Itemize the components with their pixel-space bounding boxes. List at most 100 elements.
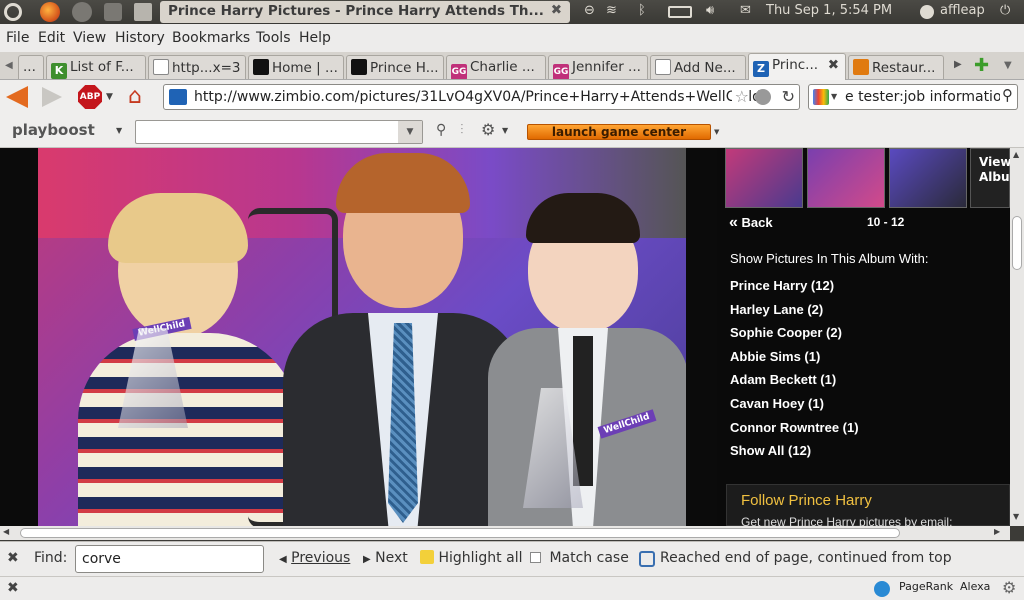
- thumbnail-1[interactable]: [725, 148, 803, 208]
- match-case-checkbox[interactable]: Match case: [530, 550, 629, 566]
- person-link[interactable]: Sophie Cooper (2): [730, 325, 842, 340]
- menu-help[interactable]: Help: [299, 30, 331, 46]
- show-all-link[interactable]: Show All (12): [730, 443, 811, 458]
- tab-7[interactable]: Add Ne...: [650, 55, 746, 79]
- tab-2[interactable]: http...x=3: [148, 55, 246, 79]
- window-close-icon[interactable]: ✖: [551, 2, 562, 18]
- menu-history[interactable]: History: [115, 30, 165, 46]
- dropdown-icon[interactable]: ▼: [398, 121, 422, 143]
- menu-bookmarks[interactable]: Bookmarks: [172, 30, 250, 46]
- tab-5[interactable]: GG Charlie ...: [446, 55, 546, 79]
- wifi-icon[interactable]: ≋: [606, 3, 617, 18]
- tab-6[interactable]: GG Jennifer ...: [548, 55, 648, 79]
- status-gear-icon[interactable]: ⚙: [1002, 578, 1016, 597]
- update-icon[interactable]: [72, 2, 92, 22]
- menu-edit[interactable]: Edit: [38, 30, 65, 46]
- bookmark-star-icon[interactable]: ☆: [731, 87, 749, 106]
- minimize-icon[interactable]: ⊖: [584, 3, 595, 18]
- new-tab-icon[interactable]: ✚: [974, 55, 989, 76]
- url-bar[interactable]: http://www.zimbio.com/pictures/31LvO4gXV…: [163, 84, 800, 110]
- vertical-scroll-thumb[interactable]: [1012, 216, 1022, 270]
- bluetooth-icon[interactable]: ᛒ: [638, 3, 646, 18]
- scroll-down-icon[interactable]: ▼: [1013, 512, 1019, 521]
- scroll-left-icon[interactable]: ◀: [3, 527, 9, 536]
- settings-icon[interactable]: [104, 3, 122, 21]
- search-bar[interactable]: ▼ e tester:job information ⚲: [808, 84, 1018, 110]
- thumbnail-3[interactable]: [889, 148, 967, 208]
- playboost-menu-icon[interactable]: ▼: [116, 126, 122, 135]
- tab-close-icon[interactable]: ✖: [828, 57, 839, 73]
- search-engine-menu-icon[interactable]: ▼: [831, 92, 837, 101]
- mail-icon[interactable]: ✉: [740, 3, 751, 18]
- find-previous-button[interactable]: ◀ Previous: [279, 550, 350, 566]
- alexa-label[interactable]: Alexa: [960, 580, 990, 593]
- back-link[interactable]: « Back: [729, 214, 773, 232]
- power-icon[interactable]: ⏻: [1000, 3, 1010, 18]
- reload-icon[interactable]: ↻: [782, 87, 795, 106]
- gear-menu-icon[interactable]: ▼: [502, 126, 508, 135]
- person-link[interactable]: Connor Rowntree (1): [730, 420, 859, 435]
- search-icon[interactable]: ⚲: [1000, 86, 1013, 104]
- horizontal-scrollbar[interactable]: ◀ ▶: [0, 526, 1010, 540]
- person-link[interactable]: Harley Lane (2): [730, 302, 823, 317]
- find-bar: ✖ Find: corve ◀ Previous ▶ Next Highligh…: [0, 541, 1024, 576]
- url-text: http://www.zimbio.com/pictures/31LvO4gXV…: [194, 89, 762, 105]
- tab-label: Restaur...: [872, 60, 936, 76]
- home-icon[interactable]: ⌂: [128, 84, 142, 109]
- magnifier-icon[interactable]: ⚲: [436, 122, 446, 138]
- view-album-thumbnail[interactable]: View Albu: [970, 148, 1010, 208]
- tab-scroll-right-icon[interactable]: ▶: [954, 59, 962, 70]
- horizontal-scroll-thumb[interactable]: [20, 528, 900, 538]
- tab-scroll-left-icon[interactable]: ◀: [5, 60, 13, 71]
- battery-icon[interactable]: [668, 6, 692, 18]
- site-menu-icon[interactable]: [755, 89, 771, 105]
- firefox-icon[interactable]: [40, 2, 60, 22]
- back-arrow-icon[interactable]: [6, 86, 28, 108]
- editor-icon[interactable]: [134, 3, 152, 21]
- find-input[interactable]: corve: [75, 545, 264, 573]
- tab-1[interactable]: K List of F...: [46, 55, 146, 79]
- game-center-menu-icon[interactable]: ▼: [714, 128, 719, 136]
- scroll-up-icon[interactable]: ▲: [1013, 150, 1019, 159]
- adblock-menu-icon[interactable]: ▼: [106, 92, 113, 102]
- playboost-logo[interactable]: playboost: [12, 121, 95, 139]
- forward-arrow-icon[interactable]: [42, 87, 62, 107]
- checkbox-icon[interactable]: [530, 552, 541, 563]
- vertical-scrollbar[interactable]: ▲ ▼: [1010, 148, 1024, 526]
- person-link[interactable]: Prince Harry (12): [730, 278, 834, 293]
- tab-label: List of F...: [70, 59, 134, 75]
- gear-icon[interactable]: ⚙: [481, 120, 495, 139]
- tab-0[interactable]: ...: [18, 55, 44, 79]
- tab-3[interactable]: Home | ...: [248, 55, 344, 79]
- close-find-icon[interactable]: ✖: [7, 550, 19, 566]
- close-status-icon[interactable]: ✖: [7, 580, 19, 596]
- tab-4[interactable]: Prince H...: [346, 55, 444, 79]
- clock[interactable]: Thu Sep 1, 5:54 PM: [766, 3, 892, 18]
- thumbnail-2[interactable]: [807, 148, 885, 208]
- playboost-search-input[interactable]: ▼: [135, 120, 423, 144]
- menu-view[interactable]: View: [73, 30, 106, 46]
- person-link[interactable]: Abbie Sims (1): [730, 349, 820, 364]
- separator-icon: ⫶: [460, 122, 464, 138]
- google-icon[interactable]: [813, 89, 829, 105]
- menu-tools[interactable]: Tools: [256, 30, 291, 46]
- adblock-icon[interactable]: ABP: [78, 85, 102, 109]
- person-link[interactable]: Cavan Hoey (1): [730, 396, 824, 411]
- main-photo[interactable]: WellChild WellChild: [38, 148, 686, 526]
- ubuntu-logo-icon[interactable]: [4, 3, 22, 21]
- follow-title[interactable]: Follow Prince Harry: [741, 492, 872, 509]
- tab-8-active[interactable]: Z Princ... ✖: [748, 53, 846, 80]
- find-next-button[interactable]: ▶ Next: [363, 550, 408, 566]
- pagerank-label[interactable]: PageRank: [899, 580, 953, 593]
- scroll-right-icon[interactable]: ▶: [994, 527, 1000, 536]
- highlight-all-button[interactable]: Highlight all: [420, 550, 522, 566]
- volume-icon[interactable]: 🔊︎: [706, 3, 714, 18]
- person-link[interactable]: Adam Beckett (1): [730, 372, 836, 387]
- launch-game-center-button[interactable]: launch game center: [527, 124, 711, 140]
- site-identity-icon[interactable]: [169, 89, 187, 105]
- tab-list-icon[interactable]: ▼: [1004, 60, 1012, 71]
- user-name[interactable]: affleap: [940, 3, 985, 18]
- addon-icon[interactable]: [874, 581, 890, 597]
- tab-9[interactable]: Restaur...: [848, 55, 944, 79]
- menu-file[interactable]: File: [6, 30, 29, 46]
